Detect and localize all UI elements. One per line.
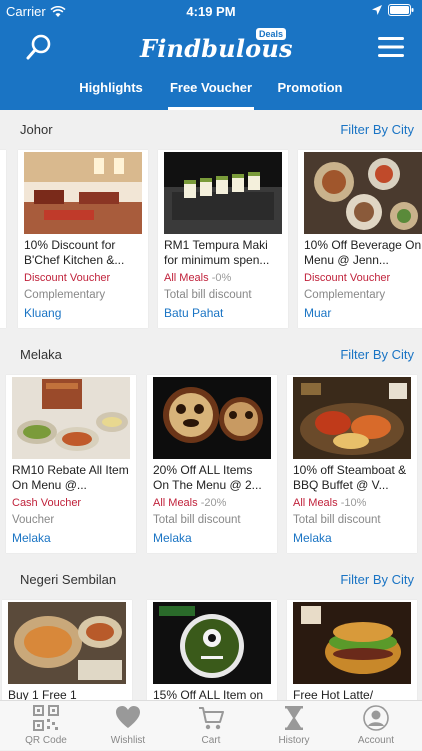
battery-icon [388,4,414,16]
voucher-title: 10% Discount for B'Chef Kitchen &... [24,238,125,267]
heart-icon [116,706,140,728]
voucher-description: Complementary [24,289,106,301]
voucher-type-label: All Meals [164,272,209,284]
region-section-melaka: Melaka Filter By City RM10 Rebate All It… [0,335,422,560]
voucher-image [12,377,130,459]
voucher-description: Total bill discount [293,514,381,526]
tabbar-label: Cart [201,735,221,746]
region-title: Negeri Sembilan [20,572,117,587]
voucher-carousel[interactable]: RM10 Rebate All Item On Menu @... Cash V… [0,375,422,555]
voucher-title: RM1 Tempura Maki for minimum spen... [164,238,270,267]
region-title: Johor [20,122,53,137]
voucher-title: 15% Off ALL Item on [153,688,264,700]
voucher-description: Voucher [12,514,55,526]
voucher-type-label: Discount Voucher [24,272,111,284]
tabbar-cart[interactable]: Cart [169,705,253,751]
voucher-type: All Meals -10% [293,497,411,509]
voucher-city: Melaka [293,531,332,545]
voucher-city: Batu Pahat [164,306,224,320]
voucher-image [153,602,271,684]
app-header: Findbulous Deals Highlights Free Voucher… [0,22,422,110]
tab-highlights[interactable]: Highlights [68,74,154,110]
tabbar-history[interactable]: History [252,705,336,751]
voucher-card[interactable]: RM1 Tempura Maki for minimum spen... All… [158,150,288,328]
tabbar-account[interactable]: Account [334,705,418,751]
location-arrow-icon [372,5,382,15]
voucher-description: Total bill discount [164,289,252,301]
voucher-title: 10% off Steamboat & BBQ Buffet @ V... [293,463,407,492]
voucher-city: Muar [304,306,332,320]
voucher-image [293,602,411,684]
voucher-type-label: Discount Voucher [304,272,391,284]
status-bar: Carrier 4:19 PM [0,0,422,22]
voucher-title: 10% Off Beverage On Menu @ Jenn... [304,238,422,267]
voucher-description: Complementary [304,289,386,301]
user-icon [363,705,389,731]
voucher-card[interactable]: 10% Discount for B'Chef Kitchen &... Dis… [18,150,148,328]
voucher-image [304,152,422,234]
tabbar-qr-code[interactable]: QR Code [4,705,88,751]
voucher-discount: -20% [200,497,227,509]
hamburger-menu-icon[interactable] [378,36,404,58]
voucher-image [153,377,271,459]
voucher-card[interactable]: RM10 Rebate All Item On Menu @... Cash V… [6,375,136,553]
voucher-city: Melaka [153,531,192,545]
voucher-title: RM10 Rebate All Item On Menu @... [12,463,129,492]
voucher-city: Kluang [24,306,62,320]
bottom-tab-bar: QR Code Wishlist Cart History Account [0,700,422,750]
hourglass-icon [285,706,303,730]
voucher-title: 20% Off ALL Items On The Menu @ 2... [153,463,262,492]
voucher-carousel[interactable]: Buy 1 Free 1 15% Off ALL Item on Free Ho… [0,600,422,700]
voucher-image [164,152,282,234]
voucher-card[interactable]: 15% Off ALL Item on [147,600,277,700]
voucher-card[interactable]: 10% off Steamboat & BBQ Buffet @ V... Al… [287,375,417,553]
tabbar-label: Wishlist [110,735,146,746]
app-logo: Findbulous Deals [140,28,293,64]
voucher-image [293,377,411,459]
voucher-type-label: All Meals [153,497,198,509]
voucher-carousel[interactable]: 10% Discount for B'Chef Kitchen &... Dis… [0,150,422,330]
voucher-title: Buy 1 Free 1 [8,688,77,700]
voucher-type: Cash Voucher [12,497,130,509]
region-section-negeri-sembilan: Negeri Sembilan Filter By City Buy 1 Fre… [0,560,422,700]
voucher-card[interactable] [0,150,6,328]
region-title: Melaka [20,347,62,362]
voucher-description: Total bill discount [153,514,241,526]
voucher-card[interactable]: Buy 1 Free 1 [2,600,132,700]
voucher-discount: -10% [340,497,367,509]
voucher-card[interactable]: 10% Off Beverage On Menu @ Jenn... Disco… [298,150,422,328]
voucher-type: Discount Voucher [304,272,422,284]
tab-free-voucher[interactable]: Free Voucher [168,74,254,110]
search-icon[interactable] [24,32,54,62]
voucher-discount: -0% [211,272,232,284]
filter-by-city-button[interactable]: Filter By City [340,572,414,587]
voucher-city: Melaka [12,531,51,545]
logo-badge: Deals [255,28,286,40]
cart-icon [199,707,224,730]
voucher-type: Discount Voucher [24,272,142,284]
voucher-card[interactable]: Free Hot Latte/ [287,600,417,700]
voucher-list[interactable]: Johor Filter By City 10% Discount for B'… [0,110,422,700]
tabbar-label: Account [357,735,395,746]
voucher-image [8,602,126,684]
tab-promotion[interactable]: Promotion [268,74,352,110]
tabbar-label: History [278,735,310,746]
voucher-card[interactable]: 20% Off ALL Items On The Menu @ 2... All… [147,375,277,553]
voucher-type: All Meals -20% [153,497,271,509]
filter-by-city-button[interactable]: Filter By City [340,122,414,137]
category-tabs: Highlights Free Voucher Promotion [0,74,422,110]
clock: 4:19 PM [186,4,236,19]
voucher-type-label: All Meals [293,497,338,509]
voucher-type: All Meals -0% [164,272,282,284]
tabbar-label: QR Code [25,735,67,746]
qr-code-icon [33,705,59,731]
voucher-title: Free Hot Latte/ [293,688,374,700]
tabbar-wishlist[interactable]: Wishlist [86,705,170,751]
filter-by-city-button[interactable]: Filter By City [340,347,414,362]
region-section-johor: Johor Filter By City 10% Discount for B'… [0,110,422,335]
voucher-type-label: Cash Voucher [12,497,82,509]
voucher-image [24,152,142,234]
